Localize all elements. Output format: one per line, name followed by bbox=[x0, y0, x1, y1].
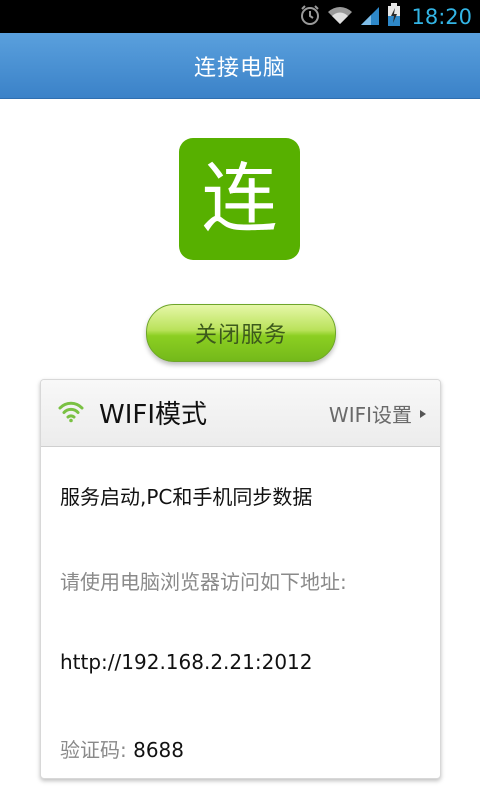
wifi-mode-title: WIFI模式 bbox=[99, 400, 207, 430]
signal-icon bbox=[359, 4, 381, 30]
connect-url: http://192.168.2.21:2012 bbox=[60, 650, 313, 674]
caret-right-icon bbox=[420, 409, 426, 418]
wifi-settings-label: WIFI设置 bbox=[328, 403, 412, 427]
verification-code-label: 验证码: bbox=[60, 738, 134, 762]
verification-code: 验证码: 8688 bbox=[60, 734, 184, 763]
stop-service-label: 关闭服务 bbox=[194, 323, 287, 348]
browser-hint-text: 请使用电脑浏览器访问如下地址: bbox=[60, 570, 347, 594]
wifi-mode-card: WIFI模式 WIFI设置 服务启动,PC和手机同步数据 请使用电脑浏览器访问如… bbox=[40, 379, 441, 779]
wifi-mode-icon bbox=[57, 399, 85, 423]
wifi-icon bbox=[327, 4, 353, 30]
status-time: 18:20 bbox=[411, 4, 472, 29]
battery-charging-icon bbox=[387, 2, 401, 31]
card-header: WIFI模式 WIFI设置 bbox=[41, 380, 440, 447]
stop-service-button[interactable]: 关闭服务 bbox=[146, 304, 336, 362]
wifi-settings-link[interactable]: WIFI设置 bbox=[329, 399, 426, 428]
app-logo-glyph: 连 bbox=[201, 154, 278, 243]
title-bar: 连接电脑 bbox=[0, 33, 480, 99]
status-bar: 18:20 bbox=[0, 0, 480, 33]
service-status-text: 服务启动,PC和手机同步数据 bbox=[60, 485, 313, 509]
app-logo: 连 bbox=[179, 138, 300, 260]
verification-code-value: 8688 bbox=[133, 738, 185, 762]
alarm-icon bbox=[299, 4, 321, 30]
page-title: 连接电脑 bbox=[193, 55, 286, 81]
status-icons: 18:20 bbox=[299, 0, 472, 33]
